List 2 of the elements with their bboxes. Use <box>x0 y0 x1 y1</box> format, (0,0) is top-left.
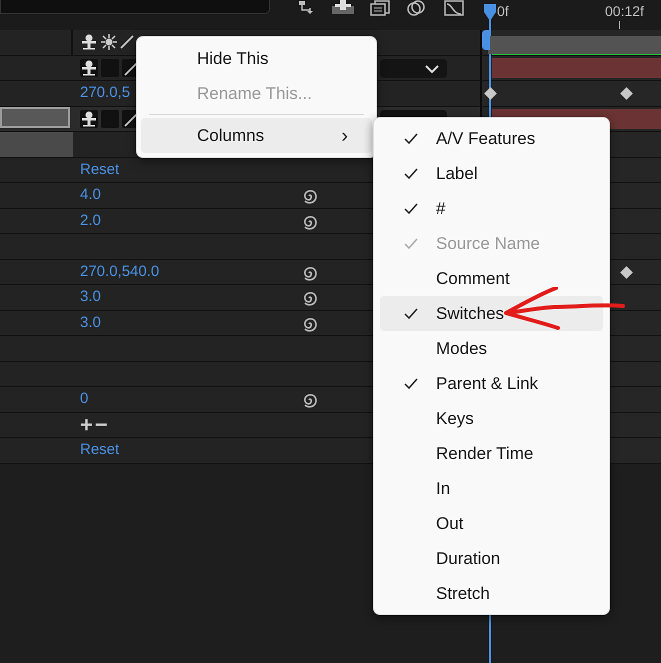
ruler-label: 0f <box>497 2 509 21</box>
ruler-label: 00:12f <box>605 2 644 21</box>
